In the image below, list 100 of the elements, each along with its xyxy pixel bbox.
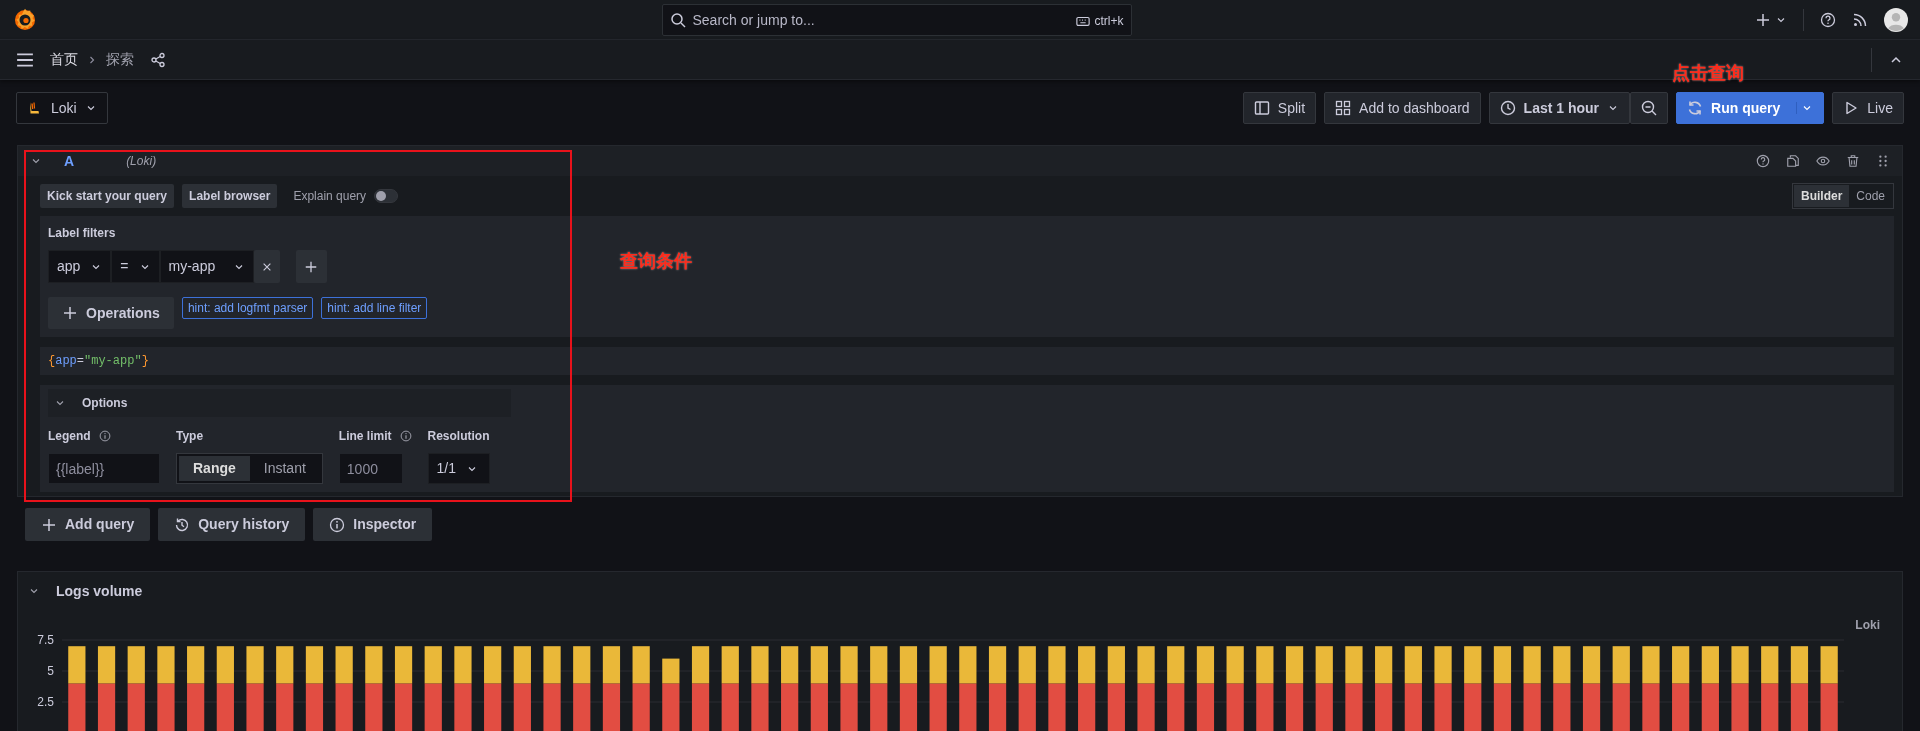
chart-bar [1612,646,1630,684]
query-ref-id[interactable]: A [64,150,75,172]
live-button[interactable]: Live [1832,92,1904,124]
chart-bar [394,683,413,731]
chart-bar [721,683,739,731]
chart-bar [68,646,86,684]
chart-bar [1375,683,1393,731]
chart-bar [1820,683,1838,731]
mode-tab[interactable]: Code [1849,185,1892,207]
share-icon[interactable] [150,51,166,68]
help-icon[interactable] [1756,154,1770,168]
chart-bar [1375,646,1393,684]
chart-bar [1731,683,1749,731]
chart-bar [1434,646,1452,684]
chart-bar [276,683,294,731]
field-label: Line limit [338,428,392,445]
chart-bar [1701,683,1719,731]
breadcrumb-link[interactable]: 探索 [106,49,134,70]
chart-bar [1226,683,1244,731]
chart-bar [305,683,324,731]
zoom-out-icon [1641,100,1658,116]
breadcrumb-link[interactable]: 首页 [50,49,78,70]
chart-bar [543,683,561,731]
drag-handle-icon[interactable] [1876,154,1890,168]
chart-bar [899,683,918,731]
hint-button[interactable]: hint: add line filter [321,297,428,319]
chart-bar [691,646,710,684]
options-header[interactable]: Options [48,389,511,417]
avatar-icon[interactable] [1884,7,1908,32]
info-icon[interactable] [98,430,111,442]
rss-feed-icon[interactable] [1852,11,1868,28]
add-to-dashboard-button[interactable]: Add to dashboard [1324,92,1481,124]
datasource-picker[interactable]: Loki [16,92,108,124]
duplicate-icon[interactable] [1786,154,1800,168]
chart-bar [1018,683,1036,731]
axis-tick-label: 5 [47,664,54,678]
chart-bar [721,646,739,684]
help-icon[interactable] [1820,11,1836,28]
chart-bar [1078,646,1096,684]
add-filter-button[interactable] [295,250,327,283]
mode-tab[interactable]: Builder [1793,185,1850,207]
chart-bar [1167,683,1185,731]
query-action-button[interactable]: Label browser [182,184,278,208]
query-history-button[interactable]: Query history [158,508,306,541]
plus-icon [41,516,57,533]
chart-bar [899,646,918,684]
add-query-button[interactable]: Add query [25,508,151,541]
chart-bar [1642,683,1660,731]
line-limit-field[interactable]: 1000 [338,453,403,484]
annotation-text: 查询条件 [620,250,692,273]
value-select[interactable]: my-app [159,250,254,283]
grid-icon [1335,100,1352,116]
query-action-button[interactable]: Kick start your query [40,184,175,208]
chart-bar [1078,683,1096,731]
type-option[interactable]: Instant [249,456,320,481]
chart-bar [1701,646,1719,684]
operator-select[interactable]: = [111,250,160,283]
label-select[interactable]: app [48,250,112,283]
delete-icon[interactable] [1846,154,1860,168]
zoom-out-button[interactable] [1630,92,1669,124]
chart-bar [1345,683,1363,731]
operations-button[interactable]: Operations [48,297,174,329]
chart-bar [335,683,353,731]
chart-bar [781,683,799,731]
explain-query-toggle[interactable] [374,189,399,203]
type-option[interactable]: Range [179,456,250,481]
run-query-button[interactable]: Run query [1676,92,1825,124]
axis-tick-label: 2.5 [37,695,54,709]
chart-bar [632,646,650,684]
chart-bar [1048,646,1066,684]
chart-bar [1048,683,1066,731]
chart-bar [424,646,442,684]
chart-bar [870,646,888,684]
refresh-icon [1687,100,1704,116]
chart-bar [840,683,858,731]
chart-bar [870,683,888,731]
hint-button[interactable]: hint: add logfmt parser [181,297,314,319]
time-range-picker[interactable]: Last 1 hour [1488,92,1631,124]
resolution-select[interactable]: 1/1 [427,453,490,484]
split-button[interactable]: Split [1242,92,1317,124]
chart-bar [216,646,234,684]
eye-icon[interactable] [1816,154,1830,168]
chart-bar [1582,683,1601,731]
chart-bar [484,683,502,731]
remove-filter-button[interactable] [253,250,280,283]
inspector-button[interactable]: Inspector [313,508,433,541]
chart-bar [157,646,175,684]
chart-bar [127,683,145,731]
chart-bar [1790,646,1809,684]
chart-bar [1761,646,1779,684]
menu-icon[interactable] [16,50,34,69]
legend-field[interactable]: {{label}} [48,453,160,484]
chart-bar [1404,646,1422,684]
new-button[interactable] [1755,11,1787,28]
chart-bar [454,683,472,731]
chart-bar [691,683,710,731]
grafana-logo-icon[interactable] [12,6,38,33]
chart-bar [1285,683,1304,731]
info-icon[interactable] [399,430,412,442]
chart-bar [1404,683,1422,731]
